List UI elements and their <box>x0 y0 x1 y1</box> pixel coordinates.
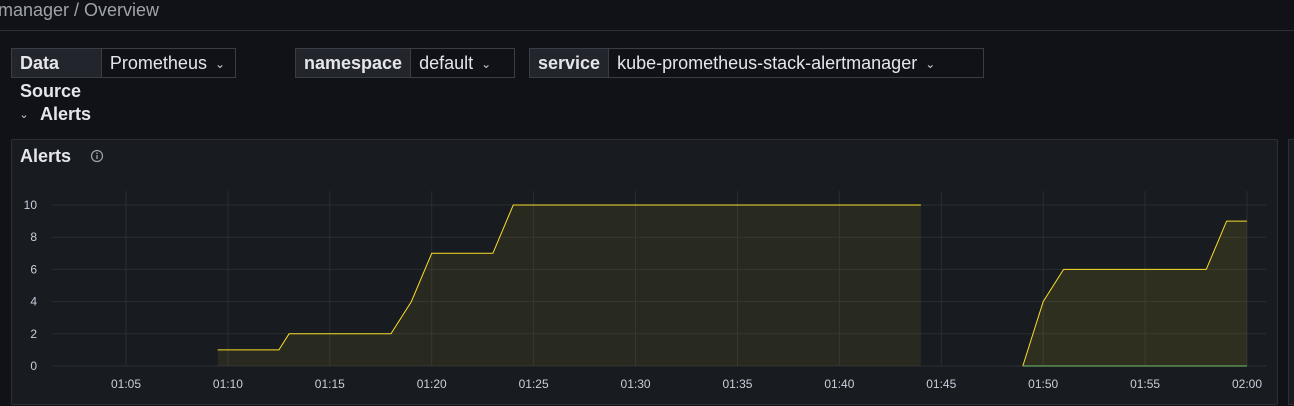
series-area <box>217 205 921 366</box>
y-tick-label: 6 <box>30 262 37 276</box>
x-tick-label: 01:55 <box>1130 377 1160 391</box>
variable-label-namespace: namespace <box>295 48 412 78</box>
row-header-alerts[interactable]: ⌄ Alerts <box>18 104 91 125</box>
variable-label-service: service <box>529 48 610 78</box>
y-tick-label: 0 <box>30 359 37 373</box>
variable-datasource: Data Source Prometheus ⌄ <box>11 48 237 101</box>
series-area <box>1022 221 1247 366</box>
x-tick-label: 01:05 <box>111 377 141 391</box>
service-select[interactable]: kube-prometheus-stack-alertmanager ⌄ <box>609 48 985 78</box>
x-tick-label: 01:20 <box>417 377 447 391</box>
variable-namespace: namespace default ⌄ <box>295 48 516 78</box>
y-tick-label: 8 <box>30 230 37 244</box>
x-tick-label: 01:45 <box>926 377 956 391</box>
x-tick-label: 01:40 <box>824 377 854 391</box>
namespace-value: default <box>419 53 474 73</box>
variable-service: service kube-prometheus-stack-alertmanag… <box>529 48 985 78</box>
x-tick-label: 01:50 <box>1028 377 1058 391</box>
chevron-down-icon: ⌄ <box>214 57 226 71</box>
y-tick-label: 10 <box>24 198 38 212</box>
breadcrumb[interactable]: manager / Overview <box>0 0 159 21</box>
variable-label-datasource: Data Source <box>11 48 102 101</box>
x-tick-label: 02:00 <box>1232 377 1262 391</box>
x-tick-label: 01:10 <box>213 377 243 391</box>
x-tick-label: 01:15 <box>315 377 345 391</box>
alerts-chart[interactable]: 0 2 4 6 8 10 01:05 01:10 01:15 01:20 01:25 01:30 01:… <box>12 140 1277 404</box>
service-value: kube-prometheus-stack-alertmanager <box>617 53 918 73</box>
x-tick-label: 01:25 <box>519 377 549 391</box>
next-panel-edge <box>1288 139 1294 405</box>
chevron-down-icon: ⌄ <box>481 57 492 71</box>
y-tick-label: 4 <box>30 295 37 309</box>
x-tick-label: 01:30 <box>621 377 651 391</box>
datasource-select[interactable]: Prometheus ⌄ <box>101 48 237 78</box>
row-title: Alerts <box>40 104 92 124</box>
top-bar: manager / Overview <box>0 0 1294 31</box>
y-tick-label: 2 <box>30 327 37 341</box>
alerts-panel: Alerts 0 2 4 6 8 10 01:05 01:10 01:15 01:20 01:25 0… <box>11 139 1278 405</box>
x-tick-label: 01:35 <box>722 377 752 391</box>
chevron-down-icon: ⌄ <box>925 57 936 71</box>
namespace-select[interactable]: default ⌄ <box>411 48 516 78</box>
chevron-down-icon: ⌄ <box>19 109 29 121</box>
datasource-value: Prometheus <box>109 53 207 73</box>
